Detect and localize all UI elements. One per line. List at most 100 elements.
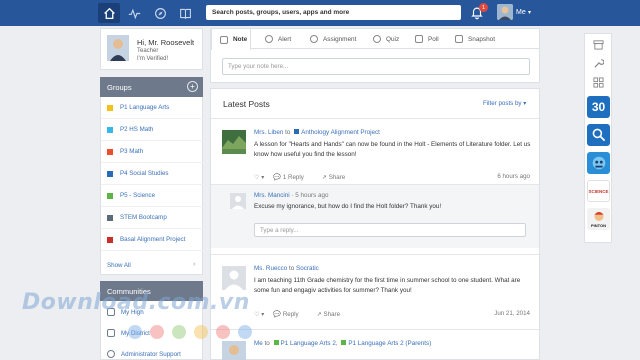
tab-quiz[interactable]: Quiz <box>369 29 409 49</box>
poll-icon <box>415 35 423 43</box>
like-button[interactable]: ♡ ▾ <box>254 174 264 181</box>
note-icon <box>220 35 228 44</box>
post-body: I am teaching 11th Grade chemistry for t… <box>254 277 521 294</box>
tab-poll[interactable]: Poll <box>411 29 451 49</box>
watermark-dot <box>194 325 208 339</box>
tab-note[interactable]: Note <box>211 29 251 50</box>
reply-author-link[interactable]: Mrs. Mancini <box>254 192 290 199</box>
post-item: Mrs. Liben to Anthology Alignment Projec… <box>211 118 539 183</box>
app-tile-30[interactable]: 30 <box>587 96 610 118</box>
chevron-down-icon[interactable]: ▾ <box>528 9 531 16</box>
group-item-p1-language-arts[interactable]: P1 Language Arts <box>101 97 203 119</box>
group-item-p3-math[interactable]: P3 Math <box>101 141 203 163</box>
group-item-p2-hs-math[interactable]: P2 HS Math <box>101 119 203 141</box>
reply-input[interactable]: Type a reply... <box>254 223 526 237</box>
groups-header: Groups + <box>100 77 203 97</box>
profile-name: Hi, Mr. Roosevelt <box>137 38 195 47</box>
group-item-stem-bootcamp[interactable]: STEM Bootcamp <box>101 207 203 229</box>
post-author-link[interactable]: Me <box>254 340 263 347</box>
district-icon <box>107 329 115 337</box>
check-circle-icon <box>310 35 318 43</box>
reply-author-avatar[interactable] <box>230 193 246 209</box>
archive-icon[interactable] <box>593 39 604 50</box>
post-group-link[interactable]: P1 Language Arts 2 (Parents) <box>348 340 431 347</box>
group-color-square <box>107 104 113 111</box>
post-author-link[interactable]: Mrs. Liben <box>254 129 283 136</box>
group-item-basal-alignment-project[interactable]: Basal Alignment Project <box>101 229 203 251</box>
reply-button[interactable]: 💬 1 Reply <box>273 173 312 181</box>
group-label: P1 Language Arts <box>120 104 170 111</box>
post-author-avatar[interactable] <box>222 130 246 154</box>
search-input[interactable]: Search posts, groups, users, apps and mo… <box>206 5 461 20</box>
wrench-icon[interactable] <box>593 58 604 69</box>
post-group-link[interactable]: Anthology Alignment Project <box>301 129 380 136</box>
watermark-dot <box>128 325 142 339</box>
chevron-down-icon: ▾ <box>523 100 527 107</box>
profile-role: Teacher <box>137 48 159 54</box>
grid-icon[interactable] <box>593 77 604 88</box>
robot-icon <box>592 156 605 170</box>
show-all-groups-link[interactable]: Show All <box>107 262 131 269</box>
community-label: Administrator Support <box>121 350 181 358</box>
group-item-p5-science[interactable]: P5 - Science <box>101 185 203 207</box>
post-item: Me to P1 Language Arts 2, P1 Language Ar… <box>211 329 539 360</box>
app-tile-robot[interactable] <box>587 152 610 174</box>
reply-header: Mrs. Mancini · 5 hours ago <box>254 192 329 199</box>
post-group-link[interactable]: Socratic <box>296 265 319 272</box>
group-item-p4-social-studies[interactable]: P4 Social Studies <box>101 163 203 185</box>
home-button[interactable] <box>98 3 120 23</box>
notification-badge: 1 <box>479 3 488 12</box>
group-color-square <box>107 148 113 155</box>
app-tile-search-quiz[interactable] <box>587 124 610 146</box>
group-color-square <box>294 129 300 135</box>
post-author-avatar[interactable] <box>222 266 246 290</box>
reply-thread: Mrs. Mancini · 5 hours ago Excuse my ign… <box>211 184 539 248</box>
group-label: P5 - Science <box>120 192 156 199</box>
tab-snapshot[interactable]: Snapshot <box>451 29 511 49</box>
reply-button[interactable]: 💬 Reply <box>273 310 307 318</box>
community-item-administrator-support[interactable]: Administrator Support <box>107 346 203 360</box>
discover-button[interactable] <box>149 3 171 23</box>
profile-card: Hi, Mr. Roosevelt Teacher I'm Verified! <box>100 28 203 70</box>
add-group-icon[interactable]: + <box>187 81 198 92</box>
watermark-dot <box>172 325 186 339</box>
post-author-avatar[interactable] <box>222 341 246 360</box>
group-label: P2 HS Math <box>120 126 154 133</box>
group-label: P4 Social Studies <box>120 170 169 177</box>
group-color-square <box>107 192 113 199</box>
group-color-square <box>341 340 347 346</box>
pulse-icon <box>128 8 140 19</box>
post-item: Ms. Ruecco to Socratic I am teaching 11t… <box>211 254 539 324</box>
chevron-right-icon[interactable]: › <box>193 261 195 268</box>
like-button[interactable]: ♡ ▾ <box>254 311 264 318</box>
avatar[interactable] <box>497 4 513 20</box>
profile-avatar[interactable] <box>107 35 129 61</box>
apps-rail: 30 SCIENCE PINTON <box>584 33 612 243</box>
post-author-link[interactable]: Ms. Ruecco <box>254 265 287 272</box>
reply-body: Excuse my ignorance, but how do I find t… <box>254 203 442 210</box>
group-color-square <box>273 340 279 346</box>
home-icon <box>103 7 115 19</box>
snapshot-icon <box>455 35 463 43</box>
activity-button[interactable] <box>123 3 145 23</box>
alert-icon <box>265 35 273 43</box>
magnifier-icon <box>592 128 605 142</box>
note-input[interactable]: Type your note here... <box>222 58 530 75</box>
app-tile-science[interactable]: SCIENCE <box>587 180 610 202</box>
filter-posts-dropdown[interactable]: Filter posts by ▾ <box>483 100 526 107</box>
app-tile-pinton[interactable]: PINTON <box>587 208 610 230</box>
group-color-square <box>107 170 113 177</box>
tab-assignment[interactable]: Assignment <box>306 29 366 49</box>
user-menu-label[interactable]: Me <box>516 9 526 16</box>
share-button[interactable]: ↗ Share <box>322 174 354 181</box>
group-color-square <box>107 214 113 221</box>
group-label: Basal Alignment Project <box>120 236 186 243</box>
groups-title: Groups <box>107 82 132 92</box>
library-button[interactable] <box>174 3 196 23</box>
share-button[interactable]: ↗ Share <box>317 311 349 318</box>
post-timestamp: Jun 21, 2014 <box>494 310 530 317</box>
post-composer: Note Alert Assignment Quiz Poll Snapshot… <box>210 28 540 83</box>
post-header: Mrs. Liben to Anthology Alignment Projec… <box>254 129 380 136</box>
tab-alert[interactable]: Alert <box>261 29 306 49</box>
post-group-link[interactable]: P1 Language Arts 2 <box>281 340 336 347</box>
